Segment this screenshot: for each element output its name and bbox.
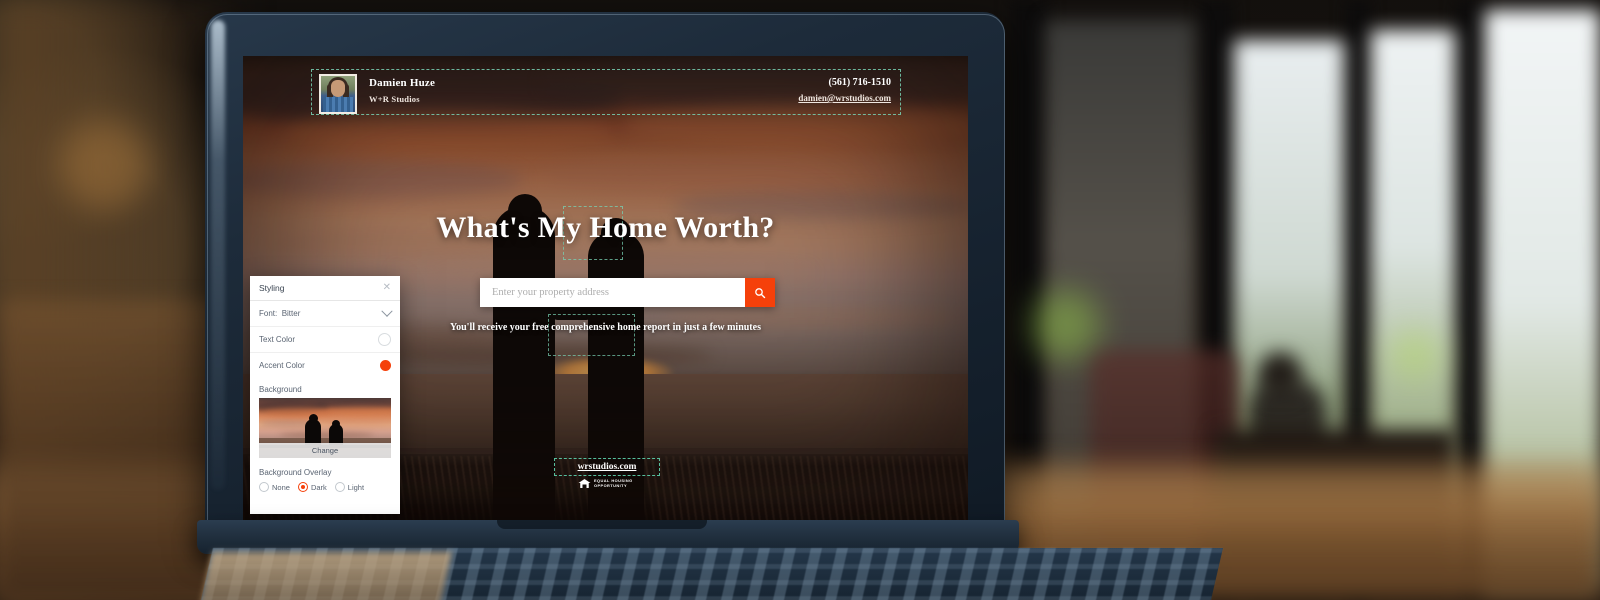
text-color-swatch[interactable] bbox=[378, 333, 391, 346]
background-label: Background bbox=[259, 385, 302, 394]
background-thumbnail[interactable]: Change bbox=[259, 398, 391, 458]
overlay-option-light[interactable]: Light bbox=[334, 482, 365, 492]
overlay-option-dark-label: Dark bbox=[310, 482, 327, 492]
editor-guide-tagline bbox=[548, 314, 635, 356]
font-label: Font: Bitter bbox=[259, 309, 301, 318]
agent-phone[interactable]: (561) 716-1510 bbox=[829, 77, 892, 88]
font-value: Bitter bbox=[281, 309, 301, 318]
laptop-palmrest bbox=[198, 552, 452, 600]
agent-email[interactable]: damien@wrstudios.com bbox=[798, 93, 891, 103]
footer-website-link[interactable]: wrstudios.com bbox=[554, 458, 660, 476]
radio-icon-dark-selected bbox=[297, 482, 308, 492]
page-title: What's My Home Worth? bbox=[436, 211, 775, 244]
site-header: Damien Huze W+R Studios (561) 716-1510 d… bbox=[311, 69, 901, 115]
styling-panel-title: Styling bbox=[259, 283, 285, 293]
overlay-option-dark[interactable]: Dark bbox=[297, 482, 327, 492]
home-valuation-page: Damien Huze W+R Studios (561) 716-1510 d… bbox=[243, 56, 968, 521]
styling-panel-header: Styling ✕ bbox=[250, 276, 400, 301]
radio-icon-none bbox=[259, 482, 269, 492]
search-button[interactable] bbox=[745, 278, 775, 307]
search-input[interactable] bbox=[480, 278, 745, 307]
overlay-option-light-label: Light bbox=[347, 482, 365, 492]
overlay-option-none-label: None bbox=[272, 482, 290, 492]
background-overlay-label: Background Overlay bbox=[259, 468, 332, 477]
accent-color-label: Accent Color bbox=[259, 361, 305, 370]
radio-icon-light bbox=[334, 482, 345, 492]
search-icon bbox=[755, 287, 766, 298]
overlay-option-none[interactable]: None bbox=[259, 482, 290, 492]
accent-color-swatch[interactable] bbox=[380, 360, 391, 371]
footer-website-label: wrstudios.com bbox=[577, 462, 637, 472]
agent-company: W+R Studios bbox=[369, 94, 420, 104]
eho-line-2: OPPORTUNITY bbox=[594, 482, 628, 488]
font-row[interactable]: Font: Bitter bbox=[250, 301, 400, 327]
text-color-label: Text Color bbox=[259, 335, 296, 344]
change-background-button[interactable]: Change bbox=[259, 443, 391, 458]
background-overlay-options: None Dark Light bbox=[250, 482, 400, 500]
equal-housing-opportunity-icon bbox=[578, 479, 591, 488]
address-search bbox=[480, 278, 775, 307]
text-color-row[interactable]: Text Color bbox=[250, 327, 400, 353]
close-icon[interactable]: ✕ bbox=[383, 283, 391, 293]
laptop-screen: Damien Huze W+R Studios (561) 716-1510 d… bbox=[243, 56, 968, 521]
styling-panel: Styling ✕ Font: Bitter Text Color Accent… bbox=[250, 276, 400, 514]
agent-avatar-photo bbox=[319, 74, 357, 114]
chevron-down-icon[interactable] bbox=[381, 305, 393, 317]
laptop-lid: Damien Huze W+R Studios (561) 716-1510 d… bbox=[205, 12, 1005, 530]
equal-housing-badge: EQUAL HOUSING OPPORTUNITY bbox=[578, 478, 633, 489]
screenshot-stage: Damien Huze W+R Studios (561) 716-1510 d… bbox=[0, 0, 1600, 600]
laptop-device: Damien Huze W+R Studios (561) 716-1510 d… bbox=[197, 12, 1223, 600]
agent-name: Damien Huze bbox=[369, 77, 436, 89]
editor-guide-header bbox=[311, 69, 901, 115]
accent-color-row[interactable]: Accent Color bbox=[250, 353, 400, 378]
background-section: Background Change Background Overlay bbox=[250, 378, 400, 477]
